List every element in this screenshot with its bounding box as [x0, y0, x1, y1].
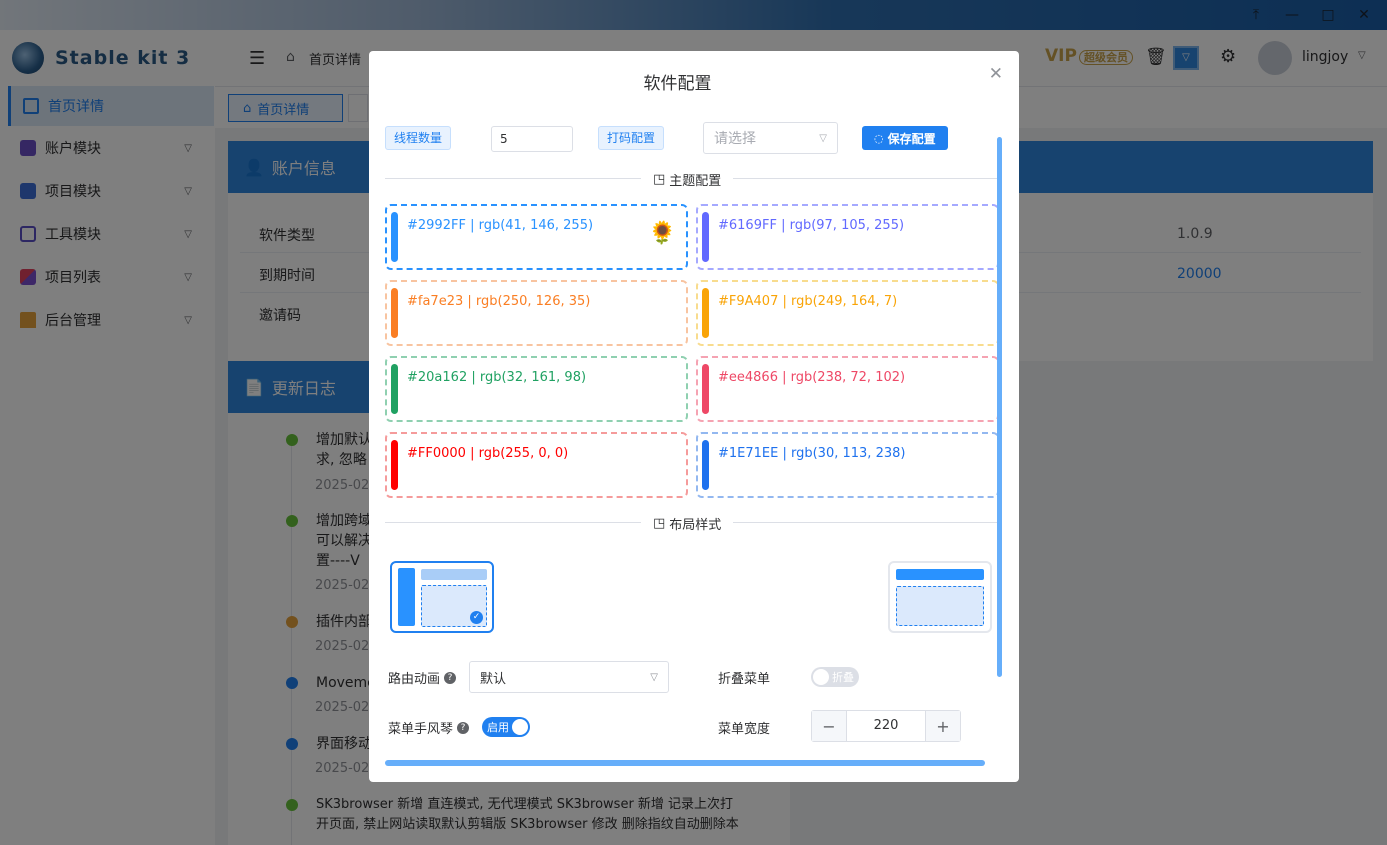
route-animation-select[interactable]: 默认 ▽: [469, 661, 669, 693]
theme-label: #FF0000 | rgb(255, 0, 0): [407, 446, 569, 461]
select-value: 默认: [480, 671, 507, 687]
minus-icon[interactable]: −: [812, 711, 846, 741]
chevron-down-icon: ▽: [650, 671, 658, 683]
thread-count-label: 线程数量: [385, 126, 452, 150]
theme-option[interactable]: #2992FF | rgb(41, 146, 255) 🌻: [385, 204, 688, 270]
theme-label: #1E71EE | rgb(30, 113, 238): [718, 446, 906, 461]
captcha-config-label: 打码配置: [598, 126, 665, 150]
theme-section-title: ◳ 主题配置: [641, 170, 734, 189]
vertical-scrollbar[interactable]: [997, 137, 1002, 677]
theme-label: #20a162 | rgb(32, 161, 98): [407, 370, 587, 385]
theme-option[interactable]: #ee4866 | rgb(238, 72, 102): [696, 356, 999, 422]
label-text: 路由动画: [388, 672, 441, 687]
route-animation-label: 路由动画 ?: [388, 668, 457, 687]
settings-modal: 软件配置 ✕ 线程数量 5 打码配置 请选择 ▽ ◌ 保存配置 ◳ 主题配置 #…: [369, 51, 1019, 782]
theme-swatch: [702, 288, 709, 338]
theme-label: #6169FF | rgb(97, 105, 255): [718, 218, 905, 233]
sunflower-icon: 🌻: [648, 221, 676, 246]
switch-text: 折叠: [832, 671, 854, 684]
layout-preview-sidebar: [398, 568, 415, 626]
horizontal-scrollbar[interactable]: [385, 760, 985, 766]
layout-option-horizontal[interactable]: [888, 561, 992, 633]
captcha-select[interactable]: 请选择 ▽: [703, 122, 838, 154]
theme-swatch: [702, 212, 709, 262]
thread-count-input[interactable]: 5: [491, 126, 573, 152]
select-placeholder: 请选择: [714, 131, 756, 147]
collapse-menu-switch[interactable]: 折叠: [811, 667, 859, 687]
collapse-menu-label: 折叠菜单: [718, 672, 771, 687]
theme-option[interactable]: #F9A407 | rgb(249, 164, 7): [696, 280, 999, 346]
layout-option-vertical[interactable]: ✓: [390, 561, 494, 633]
theme-option[interactable]: #6169FF | rgb(97, 105, 255): [696, 204, 999, 270]
theme-swatch: [391, 288, 398, 338]
theme-option[interactable]: #1E71EE | rgb(30, 113, 238): [696, 432, 999, 498]
theme-option[interactable]: #fa7e23 | rgb(250, 126, 35): [385, 280, 688, 346]
layout-preview-content: [896, 586, 984, 626]
layout-preview-header: [421, 569, 487, 580]
close-icon[interactable]: ✕: [989, 64, 1003, 84]
layout-preview-header: [896, 569, 984, 580]
menu-width-input[interactable]: 220: [846, 711, 926, 741]
switch-knob: [813, 669, 829, 685]
theme-swatch: [702, 364, 709, 414]
chevron-down-icon: ▽: [819, 132, 827, 144]
layout-section-title: ◳ 布局样式: [641, 514, 734, 533]
theme-label: #ee4866 | rgb(238, 72, 102): [718, 370, 906, 385]
theme-label: #2992FF | rgb(41, 146, 255): [407, 218, 594, 233]
switch-knob: [512, 719, 528, 735]
label-text: 菜单手风琴: [388, 722, 454, 737]
bell-icon: ◌: [874, 131, 884, 145]
theme-swatch: [391, 212, 398, 262]
switch-text: 启用: [487, 721, 509, 734]
button-label: 保存配置: [887, 131, 936, 146]
theme-swatch: [391, 440, 398, 490]
help-icon[interactable]: ?: [457, 721, 470, 734]
theme-option[interactable]: #FF0000 | rgb(255, 0, 0): [385, 432, 688, 498]
modal-title: 软件配置: [643, 74, 712, 94]
menu-width-stepper: − 220 +: [811, 710, 961, 742]
section-label: 主题配置: [669, 174, 722, 189]
theme-option[interactable]: #20a162 | rgb(32, 161, 98): [385, 356, 688, 422]
theme-label: #fa7e23 | rgb(250, 126, 35): [407, 294, 591, 309]
accordion-menu-label: 菜单手风琴 ?: [388, 718, 470, 737]
edit-icon: ◳: [653, 172, 666, 187]
theme-swatch: [702, 440, 709, 490]
edit-icon: ◳: [653, 516, 666, 531]
check-icon: ✓: [470, 611, 483, 624]
menu-width-label: 菜单宽度: [718, 722, 771, 737]
save-config-button[interactable]: ◌ 保存配置: [862, 126, 948, 150]
help-icon[interactable]: ?: [444, 671, 457, 684]
theme-label: #F9A407 | rgb(249, 164, 7): [718, 294, 898, 309]
theme-swatch: [391, 364, 398, 414]
section-label: 布局样式: [669, 518, 722, 533]
plus-icon[interactable]: +: [926, 711, 960, 741]
accordion-menu-switch[interactable]: 启用: [482, 717, 530, 737]
